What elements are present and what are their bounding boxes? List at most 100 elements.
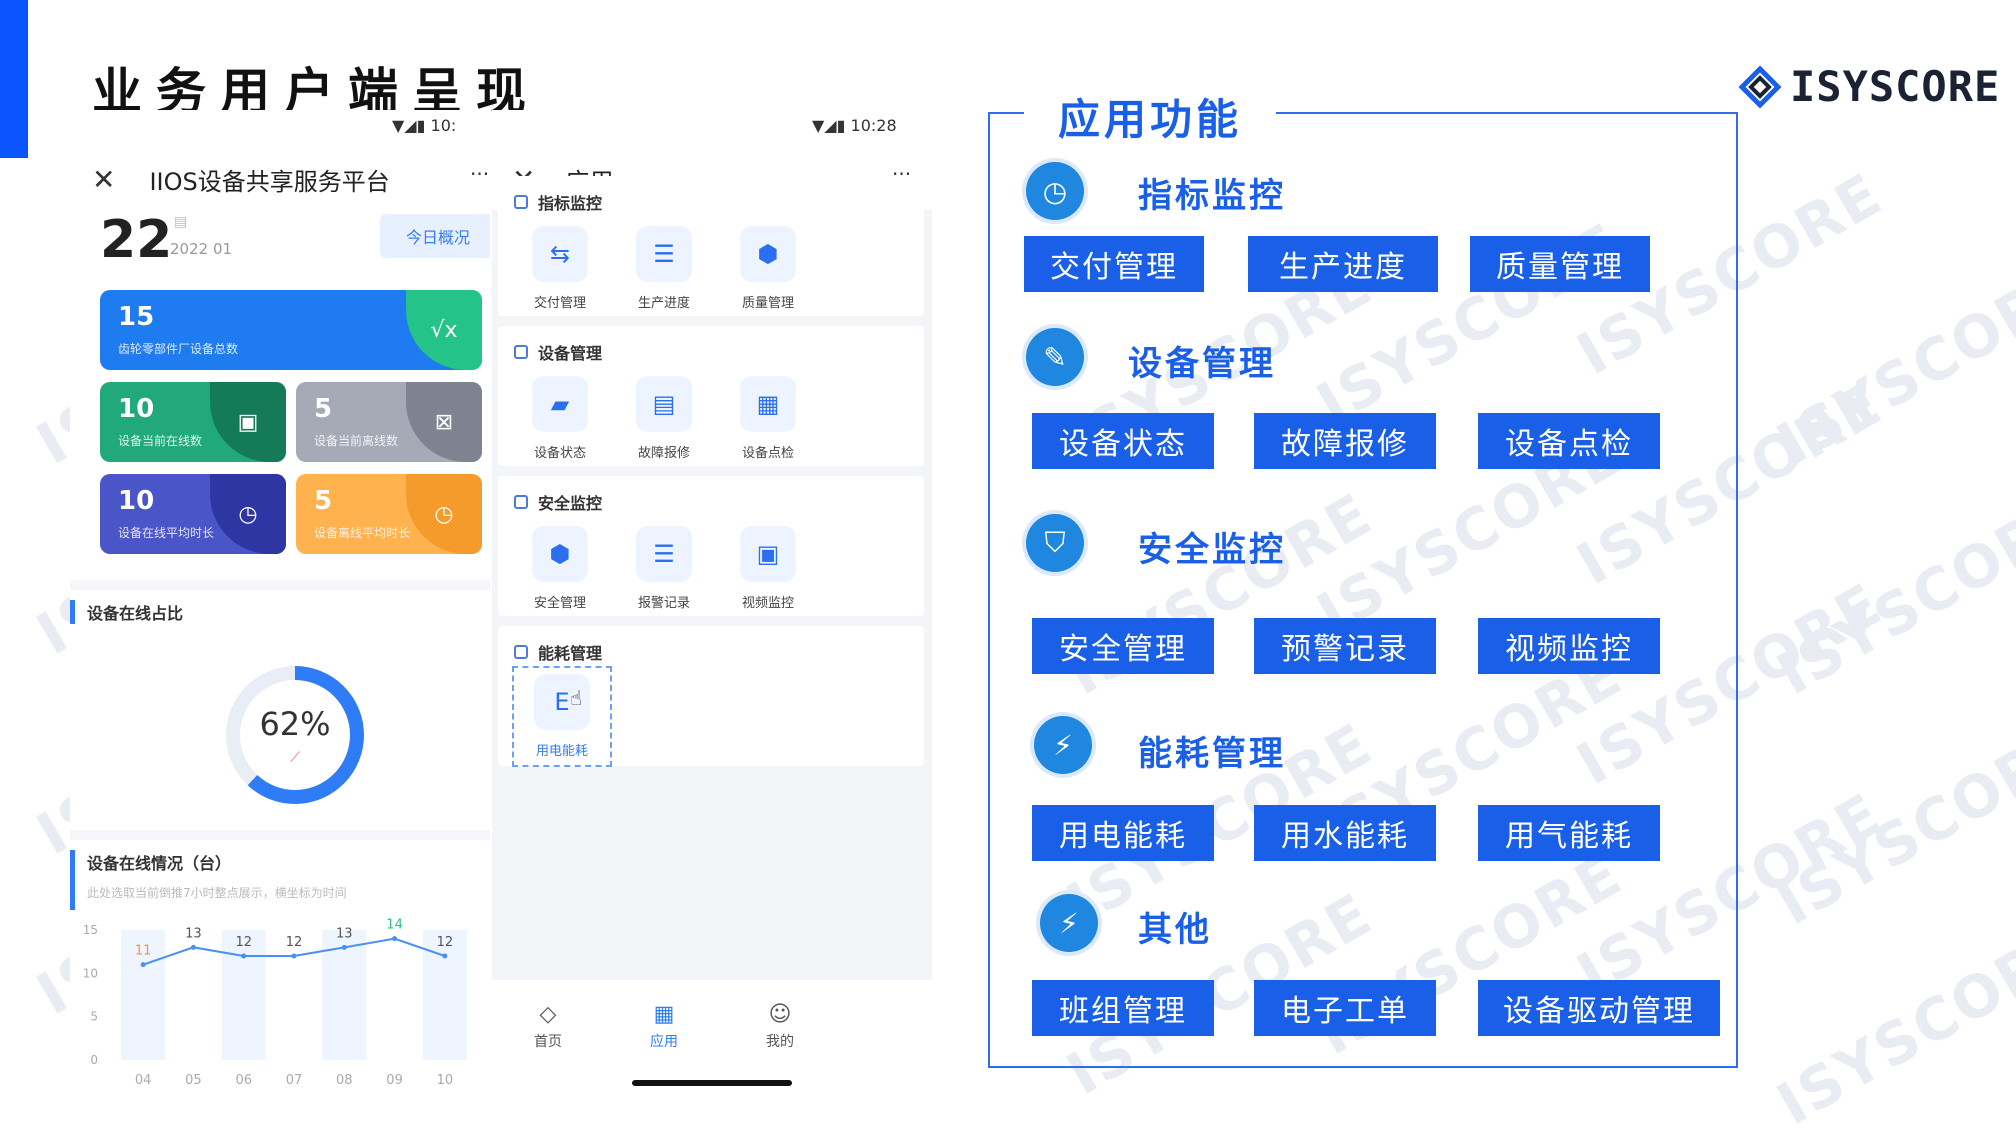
signal-icon: ▼◢▮ — [392, 116, 426, 135]
app-tile[interactable]: ⬢ 安全管理 — [512, 526, 608, 611]
online-status-line-chart: 05101504 05 06 07 08 09 10111312 12131412 — [83, 918, 467, 1088]
stat-value: 15 — [118, 302, 155, 332]
app-icon: ▦ — [740, 376, 796, 432]
feature-chip[interactable]: 故障报修 — [1254, 413, 1436, 469]
feature-category-label: 其他 — [1138, 910, 1212, 950]
home-indicator — [632, 1080, 792, 1086]
y-tick-label: 5 — [90, 1010, 98, 1024]
wrench-icon: ✎ — [1026, 328, 1084, 386]
feature-chip[interactable]: 设备驱动管理 — [1478, 980, 1720, 1036]
x-tick-label: 06 — [235, 1073, 252, 1088]
data-label: 13 — [185, 926, 202, 941]
feature-chip[interactable]: 用电能耗 — [1032, 805, 1214, 861]
status-time: 10:28 — [850, 116, 897, 135]
feature-chip[interactable]: 设备状态 — [1032, 413, 1214, 469]
meter-icon: ⚡ — [1034, 716, 1092, 774]
stat-card[interactable]: ◷ 10 设备在线平均时长 — [100, 474, 286, 554]
app-section-label: 安全监控 — [538, 494, 603, 513]
phone-apps-screen: ▼◢▮ 10:28 ✕ 应用 ··· 指标监控⇆交付管理☰生产进度⬢质量管理设备… — [492, 110, 932, 1100]
more-menu-icon[interactable]: ··· — [470, 162, 489, 186]
stat-label: 设备离线平均时长 — [314, 526, 411, 540]
data-point — [291, 953, 297, 959]
stat-card[interactable]: √x 15 齿轮零部件厂设备总数 — [100, 290, 482, 370]
divider — [70, 580, 490, 590]
app-label: 故障报修 — [637, 446, 690, 461]
stat-card[interactable]: ▣ 10 设备当前在线数 — [100, 382, 286, 462]
app-tile[interactable]: ▤ 故障报修 — [616, 376, 712, 461]
isyscore-logo-icon — [1738, 64, 1782, 109]
close-icon[interactable]: ✕ — [92, 163, 115, 196]
data-label: 13 — [336, 926, 353, 941]
app-icon: ▤ — [636, 376, 692, 432]
feature-chip[interactable]: 班组管理 — [1032, 980, 1214, 1036]
online-status-header: 设备在线情况（台） 此处选取当前倒推7小时整点展示，横坐标为时间 — [70, 850, 347, 910]
stat-label: 设备在线平均时长 — [118, 526, 215, 540]
app-icon: ⬢ — [740, 226, 796, 282]
feature-chip[interactable]: 用气能耗 — [1478, 805, 1660, 861]
data-point — [392, 936, 398, 942]
app-label: 视频监控 — [741, 596, 794, 611]
app-tile[interactable]: ⬢ 质量管理 — [720, 226, 816, 311]
app-tile[interactable]: E 用电能耗 — [512, 666, 612, 767]
clock-icon: ◷ — [1026, 162, 1084, 220]
feature-chip[interactable]: 交付管理 — [1024, 236, 1204, 292]
section-icon — [514, 195, 528, 209]
data-point — [190, 944, 196, 950]
x-tick-label: 05 — [185, 1073, 202, 1088]
user-icon: ☺ — [768, 1002, 792, 1027]
feature-chip[interactable]: 用水能耗 — [1254, 805, 1436, 861]
watermark-text: ISYSCORE — [1765, 479, 2016, 709]
stat-card-icon: ◷ — [210, 474, 286, 554]
section-icon — [514, 345, 528, 359]
feature-chip[interactable]: 预警记录 — [1254, 618, 1436, 674]
calendar-icon[interactable]: ▤ — [174, 214, 187, 230]
data-point — [241, 953, 247, 959]
app-tile[interactable]: ⇆ 交付管理 — [512, 226, 608, 311]
app-tile[interactable]: ▦ 设备点检 — [720, 376, 816, 461]
online-ratio-value: 62% — [259, 705, 331, 743]
stat-card[interactable]: ⊠ 5 设备当前离线数 — [296, 382, 482, 462]
app-icon: ☰ — [636, 526, 692, 582]
feature-category-label: 安全监控 — [1138, 530, 1286, 570]
feature-chip[interactable]: 质量管理 — [1470, 236, 1650, 292]
today-overview-button[interactable]: 今日概况 — [380, 214, 490, 258]
app-tile[interactable]: ▰ 设备状态 — [512, 376, 608, 461]
feature-chip[interactable]: 电子工单 — [1254, 980, 1436, 1036]
tab-apps[interactable]: ▦ 应用 — [614, 1002, 714, 1051]
tab-me[interactable]: ☺ 我的 — [730, 1002, 830, 1051]
app-icon: ⇆ — [532, 226, 588, 282]
app-section-label: 设备管理 — [538, 344, 603, 363]
feature-chip[interactable]: 安全管理 — [1032, 618, 1214, 674]
app-section-card: 安全监控 ⬢ 安全管理 ☰ 报警记录 ▣ 视频监控 — [498, 476, 924, 616]
data-label: 14 — [386, 918, 403, 933]
app-title: IIOS设备共享服务平台 — [149, 168, 390, 196]
data-label: 11 — [135, 944, 152, 959]
app-label: 生产进度 — [637, 296, 690, 311]
apps-icon: ▦ — [653, 1002, 675, 1027]
x-tick-label: 10 — [437, 1073, 454, 1088]
app-label: 质量管理 — [741, 296, 794, 311]
section-icon — [514, 495, 528, 509]
app-tile[interactable]: ☰ 生产进度 — [616, 226, 712, 311]
online-status-subtitle: 此处选取当前倒推7小时整点展示，横坐标为时间 — [87, 886, 347, 900]
phone-dashboard-screen: ▼◢▮ 10: ✕ IIOS设备共享服务平台 ··· 22 ▤ 2022 01 … — [70, 110, 490, 1100]
stat-card[interactable]: ◷ 5 设备离线平均时长 — [296, 474, 482, 554]
home-icon: ◇ — [539, 1002, 557, 1027]
app-icon: ▣ — [740, 526, 796, 582]
feature-chip[interactable]: 设备点检 — [1478, 413, 1660, 469]
stat-card-icon: ◷ — [406, 474, 482, 554]
feature-chip[interactable]: 生产进度 — [1248, 236, 1438, 292]
y-tick-label: 15 — [83, 923, 98, 937]
header-accent-bar — [0, 0, 28, 158]
tab-home[interactable]: ◇ 首页 — [498, 1002, 598, 1051]
pointer-hand-icon: ☝ — [570, 686, 583, 710]
shield-icon: ⛉ — [1026, 514, 1084, 572]
stat-card-icon: ▣ — [210, 382, 286, 462]
y-tick-label: 10 — [83, 966, 98, 980]
feature-chip[interactable]: 视频监控 — [1478, 618, 1660, 674]
app-section-title: 安全监控 — [514, 490, 602, 514]
app-tile[interactable]: ▣ 视频监控 — [720, 526, 816, 611]
app-tile[interactable]: ☰ 报警记录 — [616, 526, 712, 611]
online-status-title: 设备在线情况（台） — [87, 854, 232, 873]
x-tick-label: 04 — [135, 1073, 152, 1088]
